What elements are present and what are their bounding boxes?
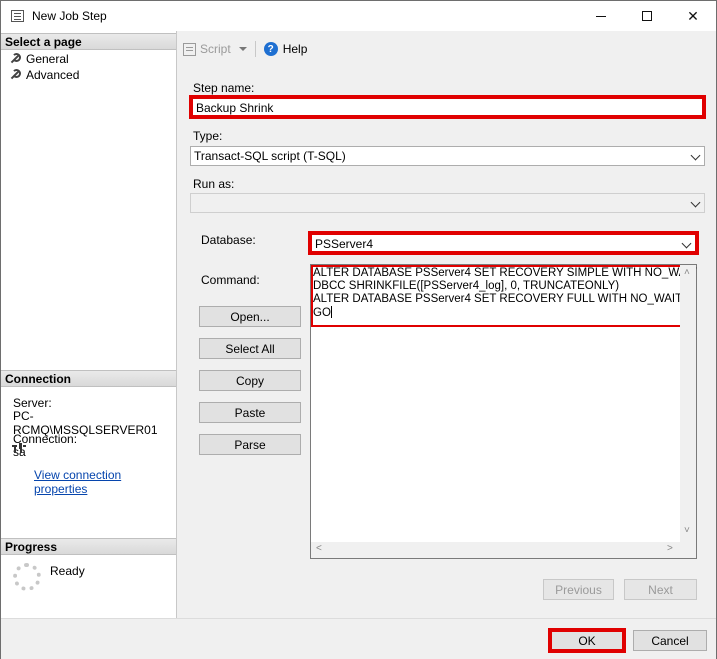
toolbar-separator — [254, 41, 256, 57]
command-line: ALTER DATABASE PSServer4 SET RECOVERY FU… — [313, 293, 683, 305]
select-page-header: Select a page — [1, 33, 176, 50]
wrench-icon — [9, 69, 21, 81]
text-cursor — [330, 306, 332, 318]
script-icon — [183, 42, 196, 56]
scroll-left-icon[interactable]: < — [316, 543, 322, 554]
step-name-label: Step name: — [193, 81, 255, 95]
open-button[interactable]: Open... — [199, 306, 301, 327]
database-label: Database: — [201, 233, 256, 247]
parse-button[interactable]: Parse — [199, 434, 301, 455]
close-button[interactable]: ✕ — [670, 1, 716, 31]
run-as-label: Run as: — [193, 177, 235, 191]
database-value: PSServer4 — [315, 237, 374, 251]
command-text: ALTER DATABASE PSServer4 SET RECOVERY SI… — [313, 267, 697, 320]
close-icon: ✕ — [687, 7, 699, 24]
select-all-button[interactable]: Select All — [199, 338, 301, 359]
server-label: Server: — [13, 396, 52, 410]
previous-button[interactable]: Previous — [543, 579, 614, 600]
command-line: DBCC SHRINKFILE([PSServer4_log], 0, TRUN… — [313, 280, 620, 292]
vertical-scrollbar[interactable]: ˄ ˅ — [680, 265, 696, 542]
page-general[interactable]: General — [9, 52, 69, 66]
scroll-right-icon[interactable]: > — [667, 543, 673, 554]
scroll-up-icon[interactable]: ˄ — [684, 267, 690, 278]
command-label: Command: — [201, 273, 260, 287]
wrench-icon — [9, 53, 21, 65]
cancel-button[interactable]: Cancel — [633, 630, 707, 651]
title-bar: New Job Step ✕ — [1, 1, 716, 31]
help-icon: ? — [263, 42, 278, 56]
database-select[interactable]: PSServer4 — [308, 231, 699, 255]
horizontal-scrollbar[interactable]: < > — [311, 542, 696, 558]
chevron-down-icon — [690, 150, 701, 161]
help-button[interactable]: ? Help — [263, 42, 308, 56]
left-pane: Select a page General Advanced Connectio… — [1, 31, 177, 618]
type-select[interactable]: Transact-SQL script (T-SQL) — [190, 146, 705, 166]
chevron-down-icon — [690, 197, 701, 208]
toolbar: Script ? Help — [183, 39, 307, 59]
type-label: Type: — [193, 129, 223, 143]
chevron-down-icon — [681, 238, 692, 249]
progress-header: Progress — [1, 538, 176, 555]
minimize-button[interactable] — [578, 1, 624, 31]
command-textarea[interactable]: ALTER DATABASE PSServer4 SET RECOVERY SI… — [310, 264, 697, 559]
paste-button[interactable]: Paste — [199, 402, 301, 423]
page-general-label: General — [26, 52, 69, 66]
script-label: Script — [200, 42, 231, 56]
connection-header: Connection — [1, 370, 176, 387]
view-connection-properties-link[interactable]: View connection properties — [34, 468, 176, 496]
new-job-step-dialog: New Job Step ✕ Select a page General Adv… — [0, 0, 717, 659]
progress-status: Ready — [50, 564, 85, 578]
progress-spinner-icon — [13, 563, 41, 591]
window-title: New Job Step — [32, 9, 107, 23]
connection-properties-icon — [12, 441, 26, 453]
type-value: Transact-SQL script (T-SQL) — [194, 149, 346, 163]
ok-button[interactable]: OK — [548, 628, 626, 653]
step-name-input[interactable]: Backup Shrink — [189, 95, 706, 119]
maximize-button[interactable] — [624, 1, 670, 31]
script-button[interactable]: Script — [183, 42, 247, 56]
help-label: Help — [282, 42, 308, 56]
next-button[interactable]: Next — [624, 579, 697, 600]
page-advanced-label: Advanced — [26, 68, 80, 82]
command-line: ALTER DATABASE PSServer4 SET RECOVERY SI… — [313, 267, 697, 279]
run-as-select[interactable] — [190, 193, 705, 213]
command-line: GO — [313, 306, 332, 319]
chevron-down-icon — [238, 47, 247, 51]
window-icon — [11, 10, 24, 22]
page-advanced[interactable]: Advanced — [9, 68, 79, 82]
maximize-icon — [642, 11, 652, 21]
minimize-icon — [596, 15, 606, 17]
scroll-down-icon[interactable]: ˅ — [684, 525, 690, 536]
copy-button[interactable]: Copy — [199, 370, 301, 391]
dialog-footer: OK Cancel — [1, 618, 716, 659]
